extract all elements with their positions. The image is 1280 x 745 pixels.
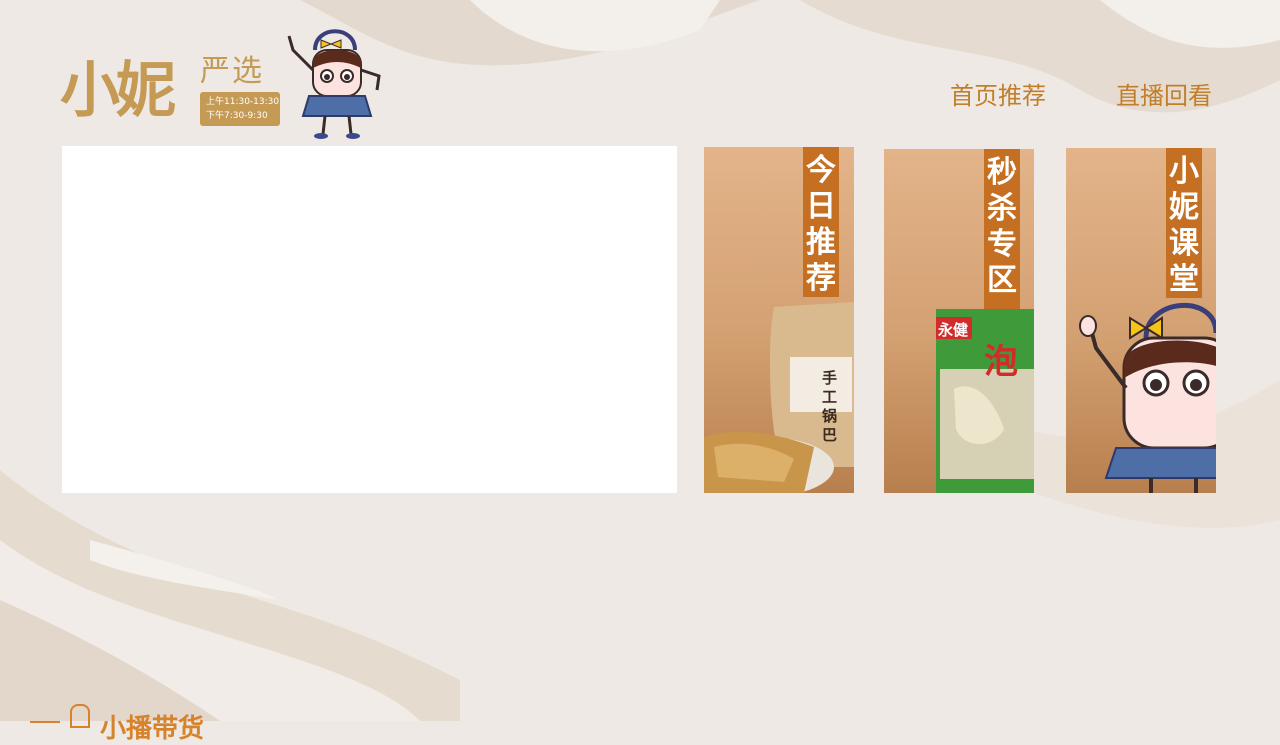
card-flash-sale[interactable]: 秒杀专区 永健 泡	[884, 149, 1034, 493]
card-tag: 小妮课堂	[1166, 148, 1202, 298]
card-tag: 今日推荐	[803, 147, 839, 297]
nav-live-replay[interactable]: 直播回看	[1116, 76, 1212, 111]
product-brand: 永健	[938, 321, 969, 339]
broadcast-time-badge: 上午11:30-13:30 下午7:30-9:30	[200, 92, 280, 126]
card-tag: 秒杀专区	[984, 149, 1020, 309]
microphone-icon	[30, 721, 60, 723]
card-xiaoni-classroom[interactable]: 小妮课堂	[1066, 148, 1216, 493]
section-title: 小播带货	[100, 714, 205, 744]
nav-home-recommend[interactable]: 首页推荐	[950, 76, 1046, 111]
product-big-char: 泡	[984, 342, 1018, 382]
time-evening: 下午7:30-9:30	[206, 111, 268, 121]
brand-logo[interactable]: 小妮 严选 上午11:30-13:30 下午7:30-9:30	[60, 20, 400, 145]
main-video-player[interactable]	[62, 146, 677, 493]
card-today-recommend[interactable]: 今日推荐 手工锅巴	[704, 147, 854, 493]
time-morning: 上午11:30-13:30	[206, 97, 280, 107]
mascot-girl-icon	[287, 29, 381, 139]
logo-main-text: 小妮	[60, 56, 176, 126]
mic-head-icon	[70, 704, 90, 728]
product-label: 手工锅巴	[822, 369, 838, 444]
logo-sub-text: 严选	[200, 54, 264, 89]
